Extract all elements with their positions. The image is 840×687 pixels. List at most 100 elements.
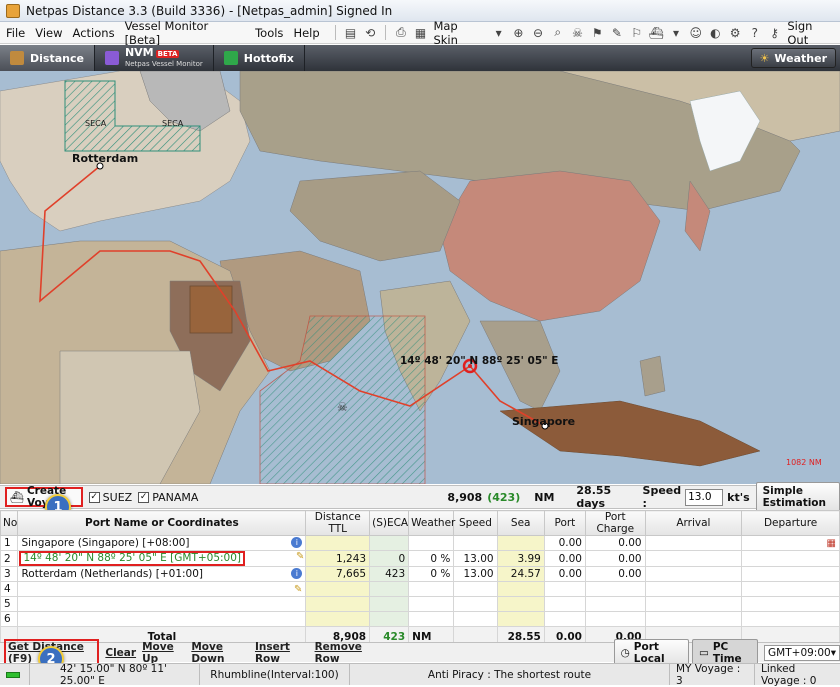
row-weather[interactable] [408,611,455,627]
row-port-days[interactable] [543,581,586,597]
row-arrival[interactable] [644,581,743,597]
row-port-cell[interactable] [17,596,307,612]
key-icon[interactable]: ⚷ [767,25,783,41]
row-speed[interactable] [453,611,498,627]
world-map[interactable]: SECA SECA Rotterdam Singapore 14º 48' 20… [0,71,840,484]
row-departure[interactable] [741,581,840,597]
zoom-out-icon[interactable]: ⊖ [530,25,546,41]
menu-vessel-monitor[interactable]: Vessel Monitor [Beta] [125,19,246,47]
sign-out-button[interactable]: Sign Out [787,19,836,47]
header-distance[interactable]: Distance TTL [305,510,371,536]
table-row[interactable]: 4 ✎ [0,581,840,597]
row-speed[interactable]: 13.00 [453,566,498,582]
table-row[interactable]: 1 Singapore (Singapore) [+08:00] i 0.00 0… [0,535,840,551]
route-icon[interactable]: ⚑ [589,25,605,41]
map-skin-icon[interactable]: ▦ [413,25,429,41]
row-weather[interactable]: 0 % [408,566,455,582]
row-arrival[interactable] [644,611,743,627]
row-departure[interactable] [741,611,840,627]
chevron-down-icon[interactable]: ▾ [668,25,684,41]
row-port-days[interactable] [543,596,586,612]
insert-row-button[interactable]: Insert Row [255,641,309,665]
row-weather[interactable] [408,581,455,597]
menu-help[interactable]: Help [293,26,319,40]
row-port-days[interactable]: 0.00 [543,535,586,551]
row-arrival[interactable] [644,596,743,612]
row-departure[interactable] [741,596,840,612]
row-port-days[interactable]: 0.00 [543,566,586,582]
edit-icon[interactable]: ✎ [609,25,625,41]
ship-icon[interactable]: ⛴ [648,25,664,41]
map-canvas[interactable]: SECA SECA Rotterdam Singapore 14º 48' 20… [0,71,840,484]
row-arrival[interactable] [644,566,743,582]
pencil-icon[interactable]: ✎ [296,552,304,563]
row-port-cell[interactable]: Rotterdam (Netherlands) [+01:00] i [17,566,307,582]
info-icon[interactable]: i [291,537,303,548]
panama-checkbox[interactable]: ✓ PANAMA [138,491,198,504]
row-port-charge[interactable] [584,581,646,597]
row-port-charge[interactable] [584,596,646,612]
menu-tools[interactable]: Tools [255,26,283,40]
row-weather[interactable]: 0 % [408,550,455,567]
speed-input[interactable] [685,488,724,506]
menu-view[interactable]: View [35,26,62,40]
row-departure[interactable] [741,566,840,582]
calendar-icon[interactable]: ▦ [827,538,836,549]
row-departure[interactable] [741,550,840,567]
row-port-cell[interactable]: ✎ [17,581,307,597]
row-port-cell[interactable]: Singapore (Singapore) [+08:00] i [17,535,307,551]
header-arrival[interactable]: Arrival [644,510,743,536]
suez-checkbox[interactable]: ✓ SUEZ [88,491,132,504]
header-seca[interactable]: (S)ECA [369,510,410,536]
zoom-in-icon[interactable]: ⊕ [511,25,527,41]
row-speed[interactable] [453,581,498,597]
row-weather[interactable] [408,596,455,612]
row-arrival[interactable] [644,535,743,551]
suez-check-box[interactable]: ✓ [88,491,100,503]
info-icon[interactable]: i [291,568,303,579]
weather-button[interactable]: ☀ Weather [750,48,836,68]
row-weather[interactable] [408,535,455,551]
row-port[interactable]: Singapore (Singapore) [+08:00] [21,537,189,549]
table-row[interactable]: 6 [0,611,840,627]
row-port[interactable]: 14º 48' 20" N 88º 25' 05" E [GMT+05:00] [19,551,246,566]
row-speed[interactable] [453,596,498,612]
chevron-down-icon[interactable]: ▾ [491,25,507,41]
map-skin-button[interactable]: Map Skin [433,19,484,47]
header-no[interactable]: No [0,510,19,536]
tab-distance[interactable]: Distance [0,45,95,71]
row-speed[interactable] [453,535,498,551]
history-icon[interactable]: ⟲ [362,25,378,41]
flag-icon[interactable]: ⚐ [629,25,645,41]
move-down-button[interactable]: Move Down [191,641,249,665]
header-speed[interactable]: Speed [453,510,498,536]
fuel-icon[interactable]: ◐ [708,25,724,41]
row-speed[interactable]: 13.00 [453,550,498,567]
search-icon[interactable]: ⌕ [550,25,566,41]
table-row[interactable]: 2 14º 48' 20" N 88º 25' 05" E [GMT+05:00… [0,550,840,567]
header-port[interactable]: Port Name or Coordinates [17,510,307,536]
row-port-charge[interactable]: 0.00 [584,566,646,582]
row-port-charge[interactable]: 0.00 [584,550,646,567]
panama-check-box[interactable]: ✓ [138,491,150,503]
menu-actions[interactable]: Actions [73,26,115,40]
user-icon[interactable]: ☺ [688,25,704,41]
row-port-charge[interactable] [584,611,646,627]
menu-file[interactable]: File [6,26,25,40]
map-icon[interactable]: ▤ [343,25,359,41]
print-icon[interactable]: ⎙ [393,25,409,41]
row-port-charge[interactable]: 0.00 [584,535,646,551]
clear-button[interactable]: Clear [105,647,136,659]
table-row[interactable]: 3 Rotterdam (Netherlands) [+01:00] i 7,66… [0,566,840,582]
row-departure[interactable]: ▦ [741,535,840,551]
help-icon[interactable]: ? [747,25,763,41]
move-up-button[interactable]: Move Up [142,641,185,665]
row-arrival[interactable] [644,550,743,567]
tab-hottofix[interactable]: Hottofix [214,45,305,71]
table-row[interactable]: 5 [0,596,840,612]
tab-nvm[interactable]: NVM BETA Netpas Vessel Monitor [95,45,214,71]
header-departure[interactable]: Departure [741,510,840,536]
piracy-icon[interactable]: ☠ [570,25,586,41]
header-port-days[interactable]: Port [543,510,586,536]
timezone-select[interactable]: GMT+09:00 ▾ [764,644,840,661]
